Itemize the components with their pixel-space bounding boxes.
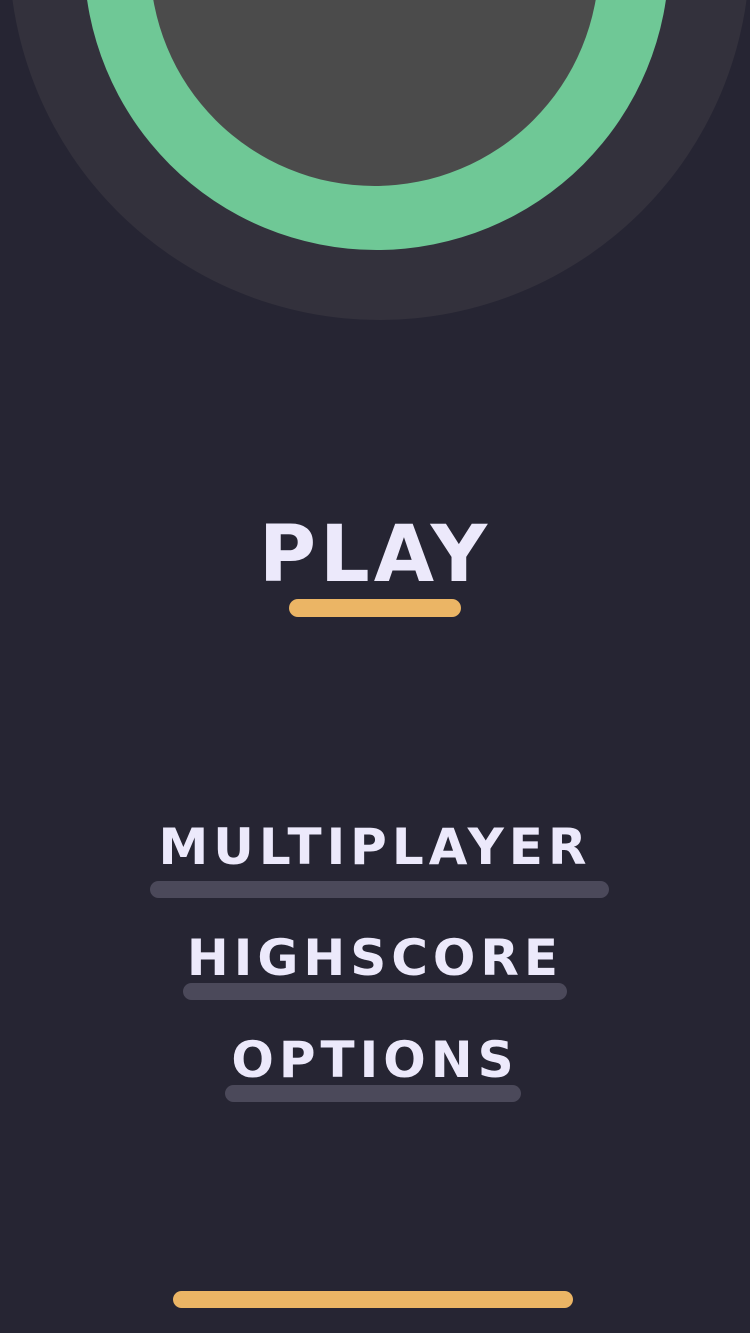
options-button[interactable]: OPTIONS <box>0 1035 750 1085</box>
highscore-underline <box>183 983 567 1000</box>
play-button[interactable]: PLAY <box>0 516 750 594</box>
play-underline <box>289 599 461 617</box>
options-underline <box>225 1085 521 1102</box>
highscore-button[interactable]: HIGHSCORE <box>0 933 750 983</box>
multiplayer-underline <box>150 881 609 898</box>
multiplayer-button[interactable]: MULTIPLAYER <box>0 822 750 872</box>
bottom-accent-bar <box>173 1291 573 1308</box>
